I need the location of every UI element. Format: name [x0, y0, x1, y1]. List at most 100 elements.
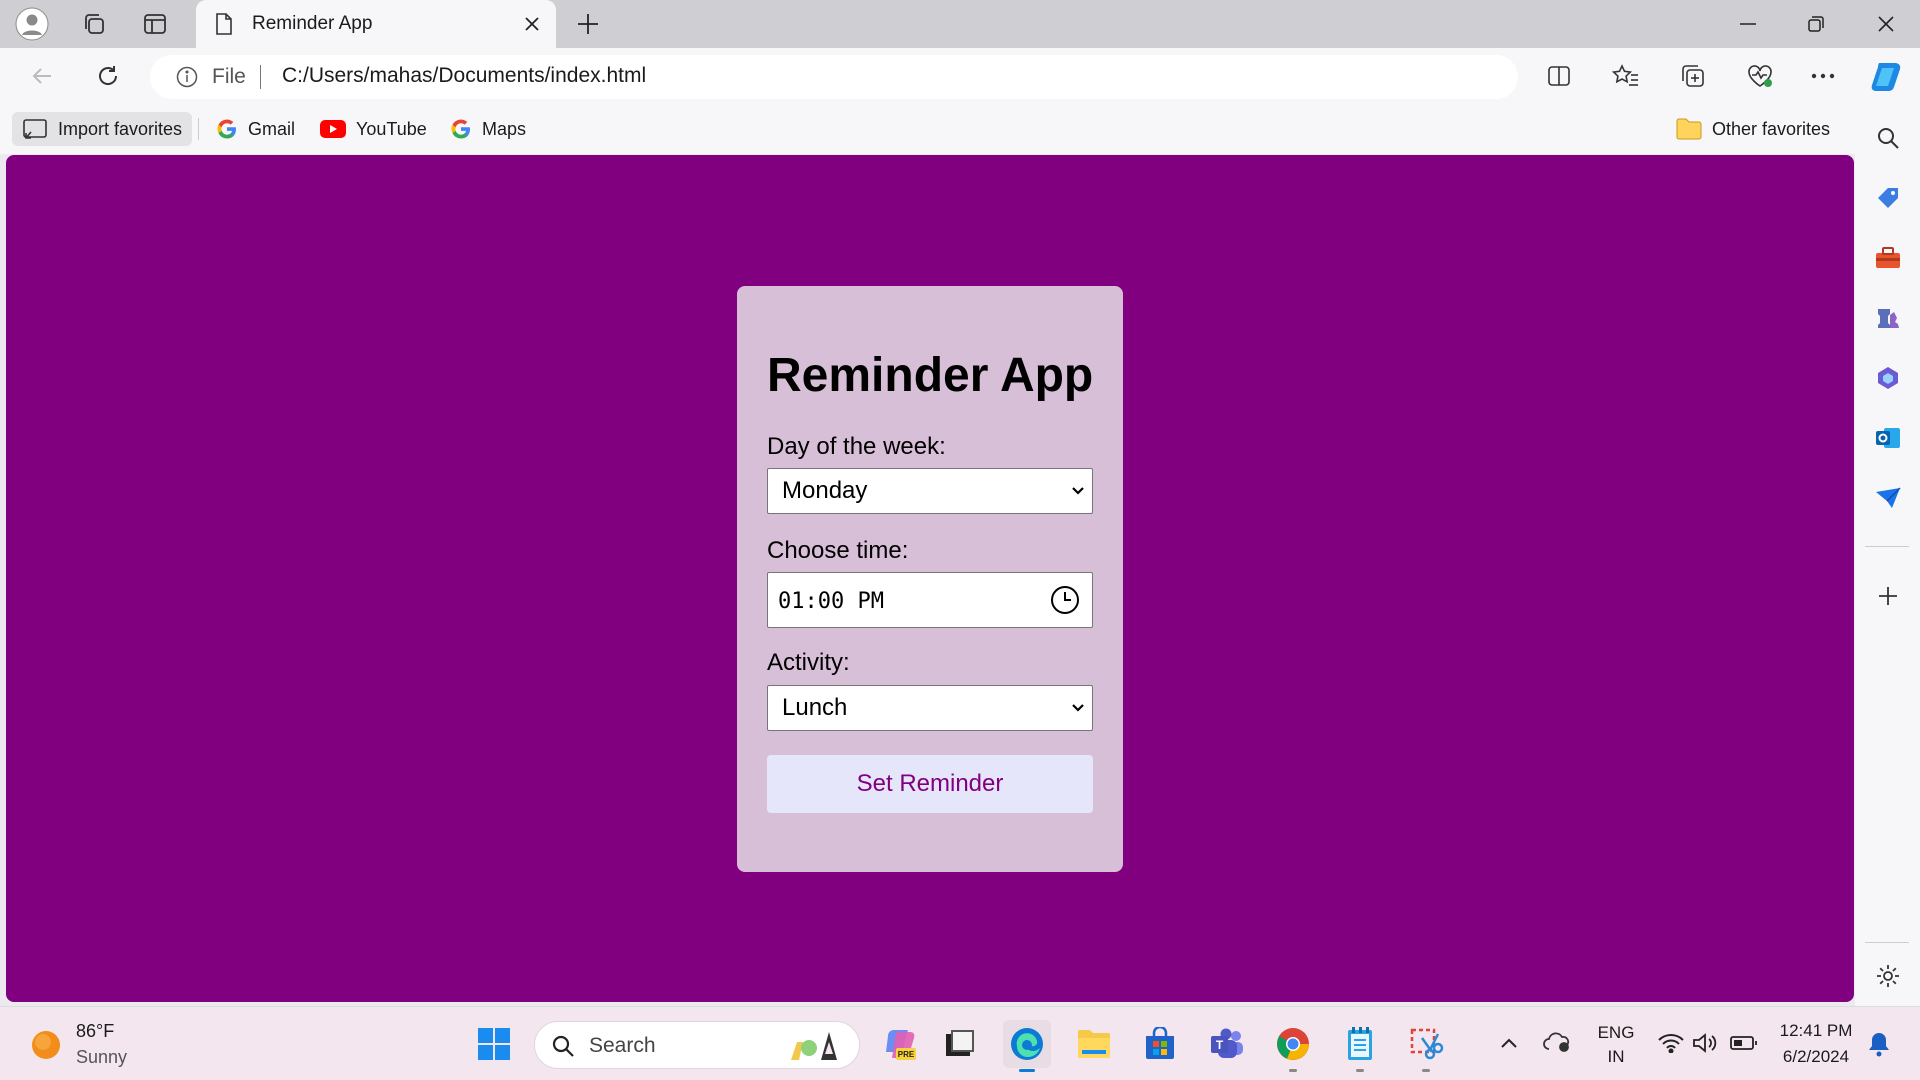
tools-icon[interactable]: [1870, 240, 1906, 276]
day-select[interactable]: Monday: [767, 468, 1093, 514]
page-icon: [214, 12, 234, 36]
google-icon: [450, 118, 472, 140]
site-info-icon[interactable]: [176, 66, 198, 88]
active-indicator: [1019, 1069, 1035, 1072]
browser-essentials-icon[interactable]: [1740, 56, 1780, 96]
games-icon[interactable]: [1870, 300, 1906, 336]
activity-select[interactable]: Lunch: [767, 685, 1093, 731]
snipping-tool-icon[interactable]: [1402, 1020, 1450, 1072]
chevron-down-icon: [1070, 700, 1086, 716]
language-indicator-line2[interactable]: IN: [1594, 1047, 1638, 1067]
favorites-icon[interactable]: [1606, 56, 1646, 96]
copilot-preview-icon[interactable]: PRE: [876, 1020, 924, 1068]
windows-start-icon[interactable]: [470, 1020, 518, 1068]
send-icon[interactable]: [1870, 480, 1906, 516]
favbar-divider: [198, 118, 199, 140]
folder-icon: [1676, 118, 1702, 140]
import-favorites-label: Import favorites: [58, 118, 183, 139]
profile-icon[interactable]: [14, 6, 50, 42]
shopping-tag-icon[interactable]: [1870, 180, 1906, 216]
time-value: 01:00 PM: [778, 589, 884, 614]
battery-icon[interactable]: [1730, 1035, 1758, 1051]
other-favorites-label: Other favorites: [1712, 118, 1831, 139]
onedrive-icon[interactable]: [1542, 1031, 1572, 1053]
search-icon: [551, 1034, 575, 1058]
import-icon: [22, 118, 48, 140]
teams-icon[interactable]: T: [1203, 1020, 1251, 1068]
running-indicator: [1289, 1069, 1297, 1072]
address-bar[interactable]: File C:/Users/mahas/Documents/index.html: [150, 55, 1518, 99]
back-icon[interactable]: [22, 56, 62, 96]
language-indicator-line1[interactable]: ENG: [1594, 1023, 1638, 1043]
time-input[interactable]: 01:00 PM: [767, 572, 1093, 628]
favorite-maps[interactable]: Maps: [442, 112, 534, 146]
notepad-icon[interactable]: [1336, 1020, 1384, 1072]
workspaces-icon[interactable]: [76, 6, 112, 42]
outlook-icon[interactable]: [1870, 420, 1906, 456]
favorite-youtube-label: YouTube: [356, 118, 427, 139]
new-tab-button[interactable]: [570, 6, 606, 42]
favorite-gmail[interactable]: Gmail: [208, 112, 303, 146]
restore-button[interactable]: [1783, 0, 1849, 48]
split-screen-icon[interactable]: [1539, 56, 1579, 96]
chrome-icon[interactable]: [1269, 1020, 1317, 1072]
activity-label: Activity:: [767, 649, 850, 676]
address-separator: [260, 65, 261, 89]
clock-icon[interactable]: [1050, 585, 1080, 615]
svg-text:PRE: PRE: [898, 1050, 915, 1059]
weather-sun-icon[interactable]: [30, 1029, 62, 1061]
weather-description[interactable]: Sunny: [76, 1047, 127, 1068]
minimize-button[interactable]: [1715, 0, 1781, 48]
add-sidebar-app-icon[interactable]: [1870, 578, 1906, 614]
scheme-label: File: [212, 65, 246, 88]
collections-icon[interactable]: [1673, 56, 1713, 96]
close-tab-icon[interactable]: [518, 10, 546, 38]
activity-selected-value: Lunch: [782, 694, 848, 721]
microsoft-store-icon[interactable]: [1136, 1020, 1184, 1068]
copilot-icon[interactable]: [1866, 56, 1906, 96]
file-explorer-icon[interactable]: [1070, 1020, 1118, 1068]
time-label: Choose time:: [767, 537, 909, 564]
other-favorites-folder[interactable]: Other favorites: [1668, 112, 1838, 146]
tab-title: Reminder App: [252, 13, 373, 34]
volume-icon[interactable]: [1692, 1033, 1718, 1053]
tab-reminder-app[interactable]: Reminder App: [196, 0, 556, 48]
wifi-icon[interactable]: [1658, 1033, 1684, 1053]
refresh-icon[interactable]: [88, 56, 128, 96]
taskbar-search[interactable]: Search: [534, 1021, 860, 1069]
terminal-icon[interactable]: [936, 1020, 984, 1068]
day-selected-value: Monday: [782, 477, 868, 504]
show-hidden-icons-chevron-up-icon[interactable]: [1500, 1037, 1518, 1049]
url-text[interactable]: C:/Users/mahas/Documents/index.html: [282, 64, 646, 88]
vertical-tabs-icon[interactable]: [137, 6, 173, 42]
chevron-down-icon: [1070, 483, 1086, 499]
clock-date[interactable]: 6/2/2024: [1770, 1047, 1862, 1067]
clock-time[interactable]: 12:41 PM: [1770, 1021, 1862, 1041]
set-reminder-button[interactable]: Set Reminder: [767, 755, 1093, 813]
search-highlight-icon: [781, 1026, 851, 1064]
running-indicator: [1356, 1069, 1364, 1072]
notifications-bell-icon[interactable]: [1868, 1031, 1890, 1057]
search-icon[interactable]: [1870, 120, 1906, 156]
weather-temperature[interactable]: 86°F: [76, 1021, 114, 1042]
page-title: Reminder App: [767, 349, 1094, 402]
edge-sidebar: [1855, 104, 1920, 1006]
copilot-sidebar-icon[interactable]: [1870, 360, 1906, 396]
favorite-gmail-label: Gmail: [248, 118, 296, 139]
settings-gear-icon[interactable]: [1870, 958, 1906, 994]
windows-taskbar: 86°F Sunny Search PRE T ENG IN 12:41 PM …: [0, 1006, 1920, 1080]
favorite-maps-label: Maps: [482, 118, 527, 139]
google-icon: [216, 118, 238, 140]
favorite-youtube[interactable]: YouTube: [312, 112, 435, 146]
close-window-button[interactable]: [1853, 0, 1919, 48]
edge-taskbar-icon[interactable]: [1003, 1020, 1051, 1072]
svg-text:T: T: [1216, 1038, 1224, 1052]
youtube-icon: [320, 120, 346, 138]
day-label: Day of the week:: [767, 433, 946, 460]
sidebar-divider: [1865, 942, 1909, 943]
reminder-card: Reminder App Day of the week: Monday Cho…: [737, 286, 1123, 872]
more-options-icon[interactable]: [1803, 56, 1843, 96]
running-indicator: [1422, 1069, 1430, 1072]
favorites-bar: Import favorites Gmail YouTube Maps Othe…: [0, 104, 1920, 154]
import-favorites-button[interactable]: Import favorites: [12, 112, 193, 146]
